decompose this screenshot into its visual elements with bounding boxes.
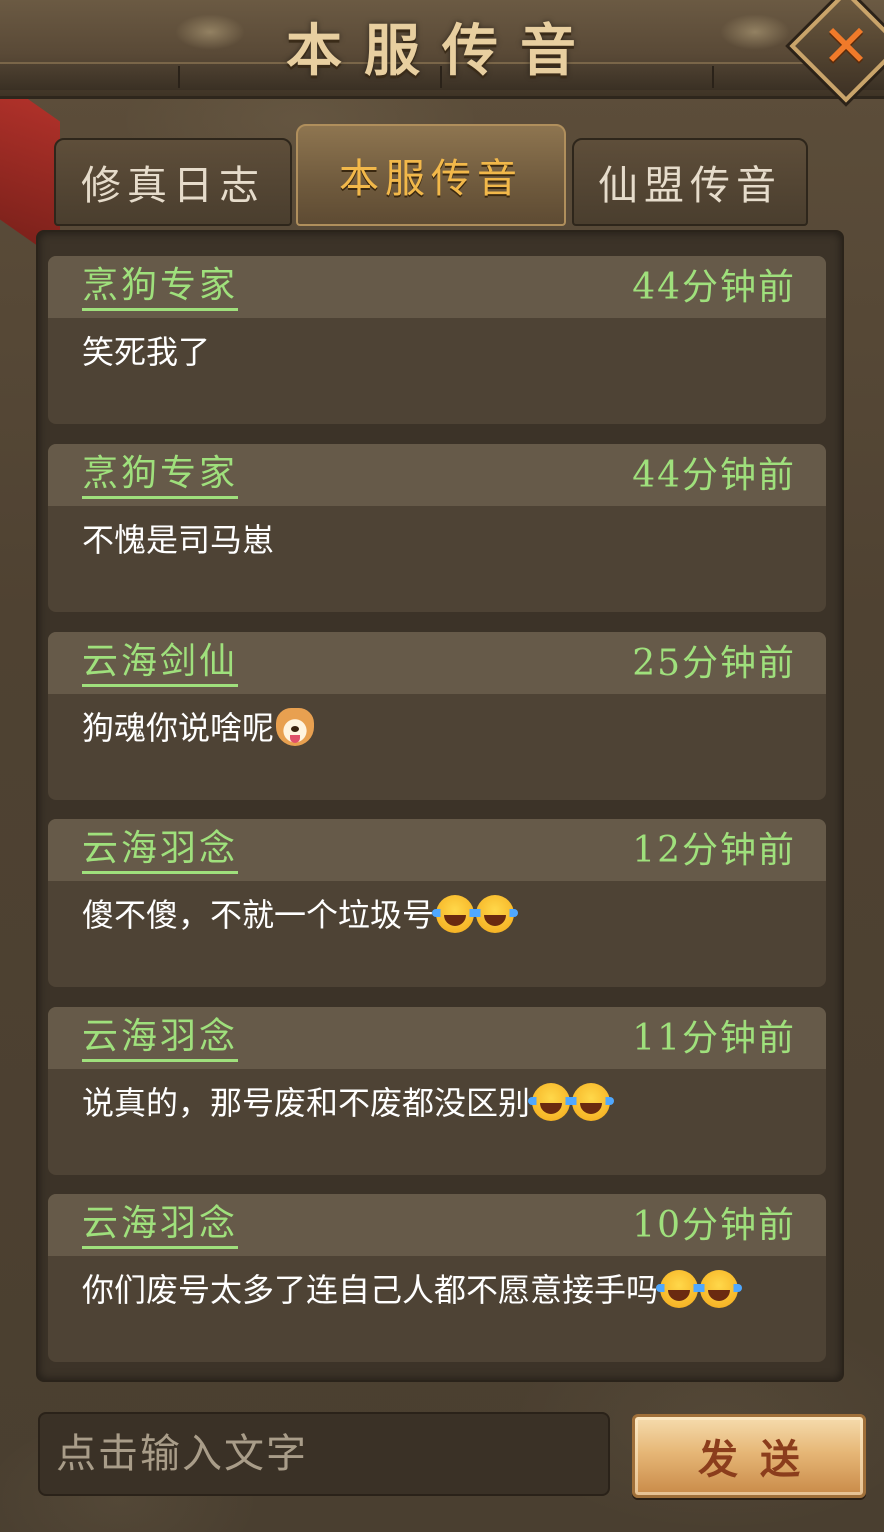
tab-server-broadcast[interactable]: 本服传音	[296, 124, 566, 226]
message-text: 傻不傻，不就一个垃圾号	[82, 893, 519, 937]
window-title: 本服传音	[286, 18, 598, 84]
title-bar: 本服传音	[0, 0, 884, 99]
tab-alliance-broadcast[interactable]: 仙盟传音	[572, 138, 808, 226]
message-time: 25分钟前	[632, 643, 796, 684]
message-item: 云海羽念 11分钟前 说真的，那号废和不废都没区别	[48, 1007, 826, 1175]
message-item: 云海剑仙 25分钟前 狗魂你说啥呢	[48, 632, 826, 800]
message-text: 不愧是司马崽	[82, 521, 275, 559]
laughing-tears-emoji-icon	[472, 895, 519, 933]
sender-name-link[interactable]: 云海羽念	[82, 1202, 239, 1249]
message-text: 说真的，那号废和不废都没区别	[82, 1081, 615, 1125]
message-input[interactable]	[38, 1412, 610, 1496]
sender-name-link[interactable]: 烹狗专家	[82, 264, 239, 311]
close-x-icon[interactable]: ✕	[806, 6, 884, 86]
message-item: 烹狗专家 44分钟前 笑死我了	[48, 256, 826, 424]
dog-face-emoji-icon	[276, 708, 315, 746]
message-text: 狗魂你说啥呢	[82, 706, 315, 750]
tab-label: 修真日志	[81, 163, 265, 209]
message-time: 44分钟前	[632, 455, 796, 496]
message-time: 11分钟前	[632, 1018, 796, 1059]
sender-name-link[interactable]: 云海羽念	[82, 1015, 239, 1062]
message-time: 10分钟前	[632, 1205, 796, 1246]
laughing-tears-emoji-icon	[432, 895, 479, 933]
message-item: 云海羽念 10分钟前 你们废号太多了连自己人都不愿意接手吗	[48, 1194, 826, 1362]
message-text: 笑死我了	[82, 333, 211, 371]
message-time: 12分钟前	[632, 830, 796, 871]
send-button[interactable]: 发送	[632, 1414, 866, 1498]
tab-label: 本服传音	[339, 156, 523, 202]
tab-cultivation-log[interactable]: 修真日志	[54, 138, 292, 226]
laughing-tears-emoji-icon	[568, 1083, 615, 1121]
message-text: 你们废号太多了连自己人都不愿意接手吗	[82, 1268, 743, 1312]
tab-label: 仙盟传音	[598, 163, 782, 209]
laughing-tears-emoji-icon	[696, 1270, 743, 1308]
message-time: 44分钟前	[632, 267, 796, 308]
sender-name-link[interactable]: 烹狗专家	[82, 452, 239, 499]
message-item: 烹狗专家 44分钟前 不愧是司马崽	[48, 444, 826, 612]
sender-name-link[interactable]: 云海羽念	[82, 827, 239, 874]
sender-name-link[interactable]: 云海剑仙	[82, 640, 239, 687]
chat-window: 本服传音 ✕ 修真日志 本服传音 仙盟传音 烹狗专家 44分钟前 笑死我了 烹狗…	[0, 0, 884, 1532]
message-item: 云海羽念 12分钟前 傻不傻，不就一个垃圾号	[48, 819, 826, 987]
laughing-tears-emoji-icon	[528, 1083, 575, 1121]
laughing-tears-emoji-icon	[656, 1270, 703, 1308]
